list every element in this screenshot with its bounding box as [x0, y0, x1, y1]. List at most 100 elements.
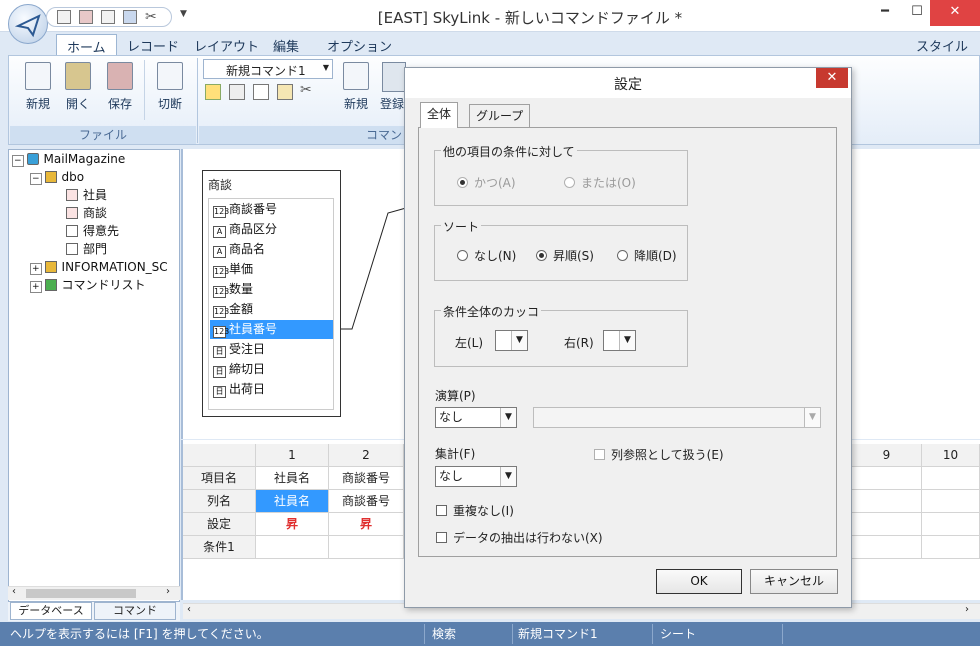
- grid-cell[interactable]: 商談番号: [329, 467, 404, 490]
- grid-cell[interactable]: [922, 490, 980, 513]
- operation-select[interactable]: なし ▼: [435, 407, 517, 428]
- tree-root[interactable]: − MailMagazine: [12, 150, 125, 168]
- no-extract-checkbox[interactable]: データの抽出は行わない(X): [436, 529, 603, 546]
- tree-item-label: 部門: [83, 242, 108, 256]
- doc-list-icon[interactable]: [253, 84, 269, 100]
- ok-button[interactable]: OK: [656, 569, 742, 594]
- grid-col-header[interactable]: 10: [922, 444, 980, 467]
- paren-right-select[interactable]: ▼: [603, 330, 636, 351]
- column-ref-checkbox[interactable]: 列参照として扱う(E): [594, 446, 724, 463]
- table-icon: [66, 243, 78, 255]
- tree-hscrollbar[interactable]: ‹ ›: [8, 586, 180, 600]
- tree-item-table-2[interactable]: 得意先: [66, 222, 119, 240]
- tab-layout[interactable]: レイアウト: [184, 34, 269, 55]
- grid-row-header[interactable]: 列名: [183, 490, 256, 513]
- dialog-close-button[interactable]: ✕: [816, 68, 848, 88]
- grid-cell[interactable]: [922, 513, 980, 536]
- grid-cell[interactable]: [852, 513, 922, 536]
- grid-cell[interactable]: [852, 490, 922, 513]
- scroll-left-icon[interactable]: ‹: [12, 586, 16, 597]
- grid-cell[interactable]: 昇: [329, 513, 404, 536]
- tree-command-list[interactable]: + コマンドリスト: [30, 276, 146, 294]
- tab-group[interactable]: グループ: [469, 104, 531, 127]
- field-type-icon: 日: [213, 366, 226, 378]
- grid-cell[interactable]: 社員名: [256, 490, 329, 513]
- grid-col-header[interactable]: 2: [329, 444, 404, 467]
- tab-edit[interactable]: 編集: [263, 34, 309, 55]
- tab-database[interactable]: データベース: [10, 602, 92, 620]
- tools-icon[interactable]: ✂: [300, 82, 312, 98]
- paren-right-label: 右(R): [564, 336, 594, 350]
- entity-field[interactable]: 日出荷日: [210, 380, 333, 399]
- grid-cell[interactable]: [852, 536, 922, 559]
- open-file-button[interactable]: 開く: [58, 62, 98, 112]
- tree-item-label: 得意先: [83, 224, 120, 238]
- grid-cell[interactable]: [329, 536, 404, 559]
- grid-row-header[interactable]: 設定: [183, 513, 256, 536]
- grid-row-header[interactable]: 条件1: [183, 536, 256, 559]
- tree-item-table-0[interactable]: 社員: [66, 186, 107, 204]
- grid-cell[interactable]: [922, 467, 980, 490]
- radio-and[interactable]: かつ(A): [457, 174, 516, 191]
- dialog-title: 設定: [614, 77, 642, 93]
- grid-cell[interactable]: 社員名: [256, 467, 329, 490]
- close-button[interactable]: ✕: [930, 0, 980, 26]
- entity-field[interactable]: A 商品区分: [210, 220, 333, 239]
- tab-options[interactable]: オプション: [317, 34, 402, 55]
- tree-item-table-3[interactable]: 部門: [66, 240, 107, 258]
- disconnect-button[interactable]: 切断: [150, 62, 190, 112]
- save-file-button[interactable]: 保存: [100, 62, 140, 112]
- no-duplicates-checkbox[interactable]: 重複なし(I): [436, 502, 514, 519]
- tab-record[interactable]: レコード: [117, 34, 189, 55]
- entity-field[interactable]: 日受注日: [210, 340, 333, 359]
- entity-field[interactable]: 日締切日: [210, 360, 333, 379]
- grid-cell[interactable]: [922, 536, 980, 559]
- filter-icon[interactable]: [229, 84, 245, 100]
- scroll-left-icon[interactable]: ‹: [187, 604, 191, 615]
- field-type-icon: 123: [213, 306, 230, 318]
- grid-cell[interactable]: [852, 467, 922, 490]
- tab-general[interactable]: 全体: [420, 102, 459, 128]
- tree-item-table-1[interactable]: 商談: [66, 204, 107, 222]
- grid-cell[interactable]: 商談番号: [329, 490, 404, 513]
- register-icon[interactable]: [382, 62, 406, 92]
- radio-sort-asc[interactable]: 昇順(S): [536, 247, 594, 264]
- style-menu[interactable]: スタイル ▼: [906, 34, 980, 68]
- entity-title: 商談: [208, 178, 233, 192]
- tab-home[interactable]: ホーム: [56, 34, 117, 56]
- entity-field[interactable]: 123単価: [210, 260, 333, 279]
- radio-sort-desc[interactable]: 降順(D): [617, 247, 677, 264]
- collapse-icon[interactable]: −: [30, 173, 42, 185]
- scroll-right-icon[interactable]: ›: [166, 586, 170, 597]
- command-select[interactable]: 新規コマンド1 ▼: [203, 59, 333, 79]
- tree-schema[interactable]: − dbo: [30, 168, 84, 186]
- tab-command[interactable]: コマンド: [94, 602, 176, 620]
- scroll-right-icon[interactable]: ›: [965, 604, 969, 615]
- expand-icon[interactable]: +: [30, 263, 42, 275]
- paren-left-select[interactable]: ▼: [495, 330, 528, 351]
- grid-cell[interactable]: 昇: [256, 513, 329, 536]
- new-file-button[interactable]: 新規: [18, 62, 58, 112]
- entity-field[interactable]: 123商談番号: [210, 200, 333, 219]
- scroll-thumb[interactable]: [26, 589, 136, 598]
- cancel-button[interactable]: キャンセル: [750, 569, 838, 594]
- entity-field[interactable]: A 商品名: [210, 240, 333, 259]
- operation-value-select[interactable]: ▼: [533, 407, 821, 428]
- tree-item-dbo: dbo: [61, 170, 85, 184]
- tree-info-schema[interactable]: + INFORMATION_SC: [30, 258, 168, 276]
- radio-sort-none[interactable]: なし(N): [457, 247, 516, 264]
- grid-col-header[interactable]: 1: [256, 444, 329, 467]
- grid-row-header[interactable]: 項目名: [183, 467, 256, 490]
- new-command-button[interactable]: 新規: [336, 62, 376, 112]
- entity-field[interactable]: 123社員番号: [210, 320, 333, 339]
- collapse-icon[interactable]: −: [12, 155, 24, 167]
- grid-cell[interactable]: [256, 536, 329, 559]
- entity-field[interactable]: 123数量: [210, 280, 333, 299]
- clipboard-icon[interactable]: [277, 84, 293, 100]
- grid-col-header[interactable]: 9: [852, 444, 922, 467]
- db-icon[interactable]: [205, 84, 221, 100]
- aggregate-select[interactable]: なし ▼: [435, 466, 517, 487]
- entity-field[interactable]: 123金額: [210, 300, 333, 319]
- expand-icon[interactable]: +: [30, 281, 42, 293]
- radio-or[interactable]: または(O): [564, 174, 636, 191]
